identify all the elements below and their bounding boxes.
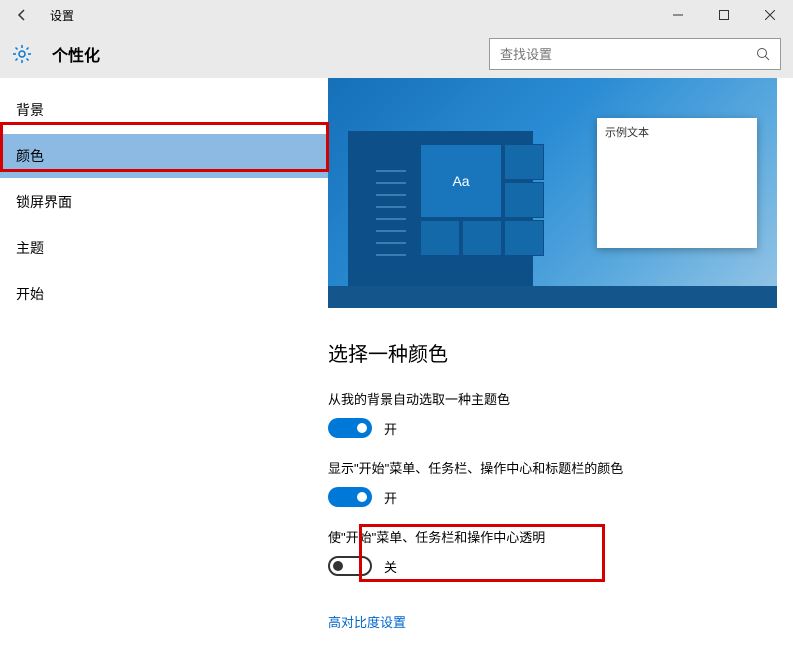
window-controls bbox=[655, 0, 793, 30]
main-panel: Aa 示例文本 选择一种颜色 从我的背景自动选取一种主题色 开 显示"开始"菜单… bbox=[328, 78, 793, 660]
content: 背景 颜色 锁屏界面 主题 开始 Aa 示例文本 bbox=[0, 78, 793, 660]
section-title: 选择一种颜色 bbox=[328, 338, 777, 367]
toggle-state: 开 bbox=[384, 488, 397, 507]
high-contrast-link[interactable]: 高对比度设置 bbox=[328, 612, 406, 631]
sidebar-item-colors[interactable]: 颜色 bbox=[0, 134, 328, 178]
preview-start-menu: Aa bbox=[348, 131, 533, 286]
page-title: 个性化 bbox=[52, 42, 100, 66]
setting-label: 使"开始"菜单、任务栏和操作中心透明 bbox=[328, 527, 777, 546]
toggle-auto-color[interactable] bbox=[328, 418, 372, 438]
header: 个性化 bbox=[0, 30, 793, 78]
preview-sample-text: 示例文本 bbox=[597, 118, 757, 146]
close-button[interactable] bbox=[747, 0, 793, 30]
maximize-button[interactable] bbox=[701, 0, 747, 30]
sidebar-item-label: 锁屏界面 bbox=[16, 192, 72, 212]
preview-tiles: Aa bbox=[420, 144, 544, 256]
setting-label: 显示"开始"菜单、任务栏、操作中心和标题栏的颜色 bbox=[328, 458, 777, 477]
sidebar-item-label: 背景 bbox=[16, 100, 44, 120]
sidebar-item-background[interactable]: 背景 bbox=[0, 88, 328, 132]
setting-show-start-color: 显示"开始"菜单、任务栏、操作中心和标题栏的颜色 开 bbox=[328, 458, 777, 507]
toggle-show-start-color[interactable] bbox=[328, 487, 372, 507]
toggle-state: 开 bbox=[384, 419, 397, 438]
sidebar-item-lockscreen[interactable]: 锁屏界面 bbox=[0, 180, 328, 224]
preview-tile-aa: Aa bbox=[420, 144, 502, 218]
search-input[interactable] bbox=[490, 47, 746, 62]
sidebar-item-start[interactable]: 开始 bbox=[0, 272, 328, 316]
minimize-button[interactable] bbox=[655, 0, 701, 30]
toggle-state: 关 bbox=[384, 557, 397, 576]
window-title: 设置 bbox=[50, 7, 74, 24]
toggle-transparent[interactable] bbox=[328, 556, 372, 576]
preview-taskbar bbox=[328, 286, 777, 308]
sidebar-item-themes[interactable]: 主题 bbox=[0, 226, 328, 270]
preview-sample-window: 示例文本 bbox=[597, 118, 757, 248]
sidebar-item-label: 开始 bbox=[16, 284, 44, 304]
setting-auto-color: 从我的背景自动选取一种主题色 开 bbox=[328, 389, 777, 438]
titlebar: 设置 bbox=[0, 0, 793, 30]
search-icon[interactable] bbox=[746, 39, 780, 69]
preview-area: Aa 示例文本 bbox=[328, 78, 777, 308]
search-box[interactable] bbox=[489, 38, 781, 70]
sidebar-item-label: 颜色 bbox=[16, 146, 44, 166]
setting-transparent: 使"开始"菜单、任务栏和操作中心透明 关 bbox=[328, 527, 777, 576]
gear-icon bbox=[12, 44, 32, 64]
sidebar-item-label: 主题 bbox=[16, 238, 44, 258]
setting-label: 从我的背景自动选取一种主题色 bbox=[328, 389, 777, 408]
sidebar: 背景 颜色 锁屏界面 主题 开始 bbox=[0, 78, 328, 660]
back-button[interactable] bbox=[12, 5, 32, 25]
preview-nav-lines bbox=[376, 170, 406, 256]
